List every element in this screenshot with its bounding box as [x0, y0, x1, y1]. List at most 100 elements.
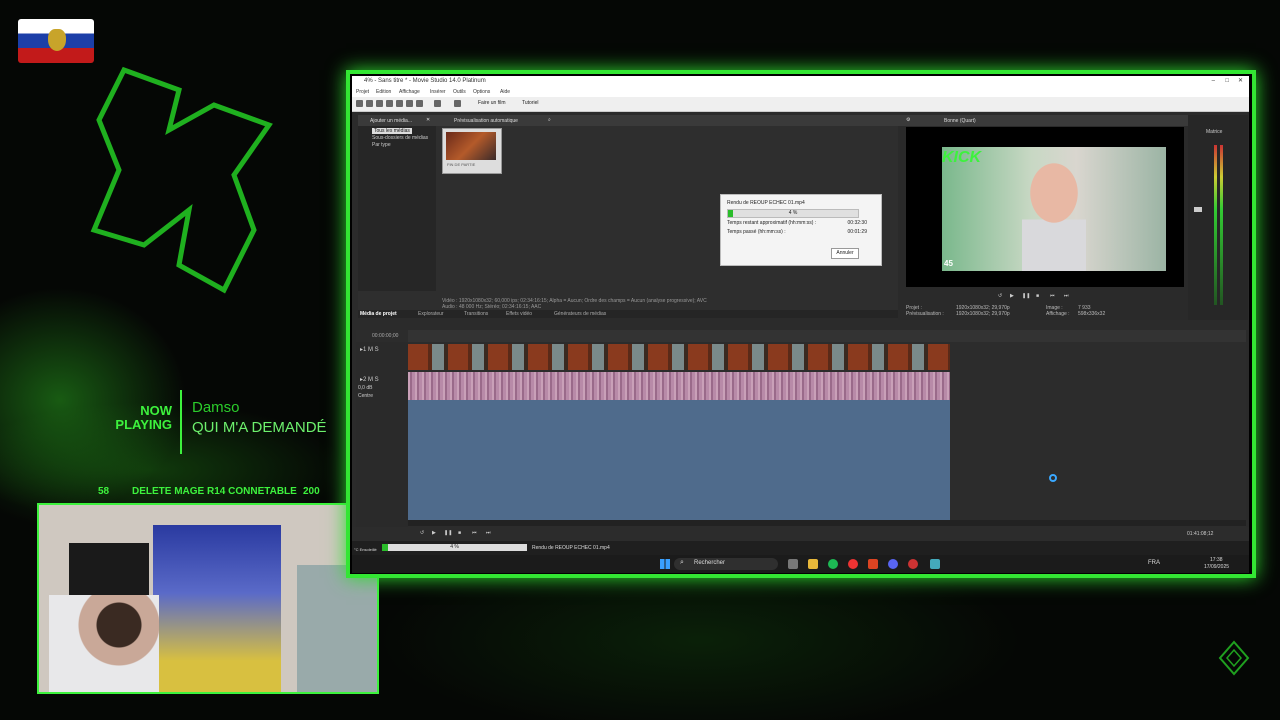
tab-video-effects[interactable]: Effets vidéo [506, 311, 532, 317]
elapsed-value: 00:01:29 [847, 229, 867, 235]
empty-track-region[interactable] [408, 400, 950, 520]
timeline: 00:00:00;00 ▸1 M S ▸2 M S 0,0 dB Centre [356, 330, 1246, 527]
prev-frame-icon[interactable]: ⏮ [1050, 293, 1055, 299]
tree-item-subfolders[interactable]: Sous-dossiers de médias [372, 135, 428, 141]
track-2-volume[interactable]: 0,0 dB [358, 385, 372, 391]
kick-logo-outline [90, 66, 273, 294]
task-view-icon[interactable] [788, 559, 798, 569]
next-frame-icon[interactable]: ⏭ [1064, 293, 1069, 299]
redo-icon[interactable] [454, 100, 461, 107]
close-icon[interactable]: ✕ [1238, 76, 1243, 87]
pause-icon[interactable]: ❚❚ [1022, 293, 1030, 299]
main-toolbar: Faire un film Tutoriel [352, 97, 1249, 112]
cut-icon[interactable] [396, 100, 403, 107]
add-media-button[interactable]: Ajouter un média... [370, 118, 412, 124]
cancel-button[interactable]: Annuler [831, 248, 859, 259]
russia-flag-icon [18, 19, 94, 63]
auto-preview-toggle[interactable]: Prévisualisation automatique [454, 118, 518, 124]
now-playing-label: NOW PLAYING [115, 403, 172, 432]
now-playing-divider [180, 390, 182, 454]
copy-icon[interactable] [406, 100, 413, 107]
settings-icon[interactable]: ⚙ [906, 117, 910, 123]
menu-inserer[interactable]: Insérer [430, 89, 446, 95]
play-icon[interactable]: ▶ [432, 530, 436, 536]
song-title: QUI M'A DEMANDÉ [192, 419, 327, 436]
track-2-pan[interactable]: Centre [358, 393, 373, 399]
clock-date[interactable]: 17/09/2025 [1204, 564, 1229, 570]
ticker-message: DELETE MAGE R14 CONNETABLE [132, 486, 297, 497]
media-thumbnail[interactable]: FIN DE PARTIE [442, 128, 502, 174]
menu-options[interactable]: Options [473, 89, 490, 95]
app-icon[interactable] [868, 559, 878, 569]
menu-affichage[interactable]: Affichage [399, 89, 420, 95]
tab-explorer[interactable]: Explorateur [418, 311, 444, 317]
play-icon[interactable]: ▶ [1010, 293, 1014, 299]
menu-edition[interactable]: Edition [376, 89, 391, 95]
remaining-value: 00:32:30 [847, 220, 867, 226]
tutorial-button[interactable]: Tutoriel [522, 100, 539, 106]
ticker-right-value: 200 [303, 486, 320, 497]
stop-icon[interactable]: ■ [458, 530, 461, 536]
media-tabs: Média de projet Explorateur Transitions … [358, 310, 898, 318]
paste-icon[interactable] [416, 100, 423, 107]
new-icon[interactable] [356, 100, 363, 107]
properties-icon[interactable] [386, 100, 393, 107]
maximize-icon[interactable]: □ [1225, 76, 1229, 87]
search-icon[interactable]: ⌕ [548, 117, 551, 123]
obs-icon[interactable] [908, 559, 918, 569]
timeline-ruler[interactable]: 00:00:00;00 [372, 330, 1246, 342]
audio-mixer: Matrice [1188, 115, 1248, 320]
timeline-transport: ↺ ▶ ❚❚ ■ ⏮ ⏭ 01:41:08;12 [352, 527, 1249, 541]
windows-start-icon[interactable] [660, 559, 670, 569]
thumbnail-image [446, 132, 496, 160]
video-track-clip[interactable] [408, 344, 950, 370]
tab-project-media[interactable]: Média de projet [360, 311, 397, 317]
track-1-header[interactable]: ▸1 M S [360, 346, 379, 353]
language-indicator[interactable]: FRA [1148, 560, 1160, 566]
next-icon[interactable]: ⏭ [486, 530, 491, 536]
render-dialog: Rendu de REOUP ECHEC 01.mp4 4 % Temps re… [720, 194, 882, 266]
discord-icon[interactable] [888, 559, 898, 569]
taskbar-search[interactable]: ⌕ Rechercher [674, 558, 778, 570]
loop-icon[interactable]: ↺ [998, 293, 1002, 299]
audio-track-clip[interactable] [408, 372, 950, 400]
timeline-scrollbar[interactable] [408, 520, 1246, 526]
spotify-icon[interactable] [828, 559, 838, 569]
tree-item-by-type[interactable]: Par type [372, 142, 391, 148]
media-info: Vidéo : 1920x1080x32; 60,000 ips; 02:34:… [442, 298, 882, 310]
make-movie-button[interactable]: Faire un film [478, 100, 506, 106]
preview-toolbar: ⚙ Bonne (Quart) [898, 115, 1188, 126]
prev-icon[interactable]: ⏮ [472, 530, 477, 536]
save-icon[interactable] [376, 100, 383, 107]
file-explorer-icon[interactable] [808, 559, 818, 569]
chrome-icon[interactable] [848, 559, 858, 569]
undo-icon[interactable] [434, 100, 441, 107]
stop-icon[interactable]: ■ [1036, 293, 1039, 299]
track-2-header[interactable]: ▸2 M S [360, 376, 379, 383]
tab-transitions[interactable]: Transitions [464, 311, 488, 317]
menu-outils[interactable]: Outils [453, 89, 466, 95]
tree-item-all-media[interactable]: Tous les médias [372, 128, 412, 134]
window-title: 4% - Sans titre * - Movie Studio 14.0 Pl… [364, 78, 486, 84]
pause-icon[interactable]: ❚❚ [444, 530, 452, 536]
ticker-left-value: 58 [98, 486, 110, 497]
quality-select[interactable]: Bonne (Quart) [944, 118, 976, 124]
clock-time[interactable]: 17:38 [1210, 557, 1223, 563]
menu-projet[interactable]: Projet [356, 89, 369, 95]
fader-handle[interactable] [1194, 207, 1202, 212]
movie-studio-window: 4% - Sans titre * - Movie Studio 14.0 Pl… [352, 76, 1249, 573]
close-icon[interactable]: ✕ [426, 117, 430, 123]
track-headers: ▸1 M S ▸2 M S 0,0 dB Centre [356, 342, 408, 527]
status-progress-bar: 4 % [382, 544, 527, 551]
open-icon[interactable] [366, 100, 373, 107]
title-bar: 4% - Sans titre * - Movie Studio 14.0 Pl… [352, 76, 1249, 87]
preview-label: Prévisualisation : [906, 311, 944, 317]
movie-studio-icon[interactable] [930, 559, 940, 569]
display-label: Affichage : [1046, 311, 1070, 317]
loop-icon[interactable]: ↺ [420, 530, 424, 536]
level-meter-right [1220, 145, 1223, 305]
menu-aide[interactable]: Aide [500, 89, 510, 95]
minimize-icon[interactable]: – [1212, 76, 1215, 87]
poster [153, 525, 281, 692]
tab-media-generators[interactable]: Générateurs de médias [554, 311, 606, 317]
